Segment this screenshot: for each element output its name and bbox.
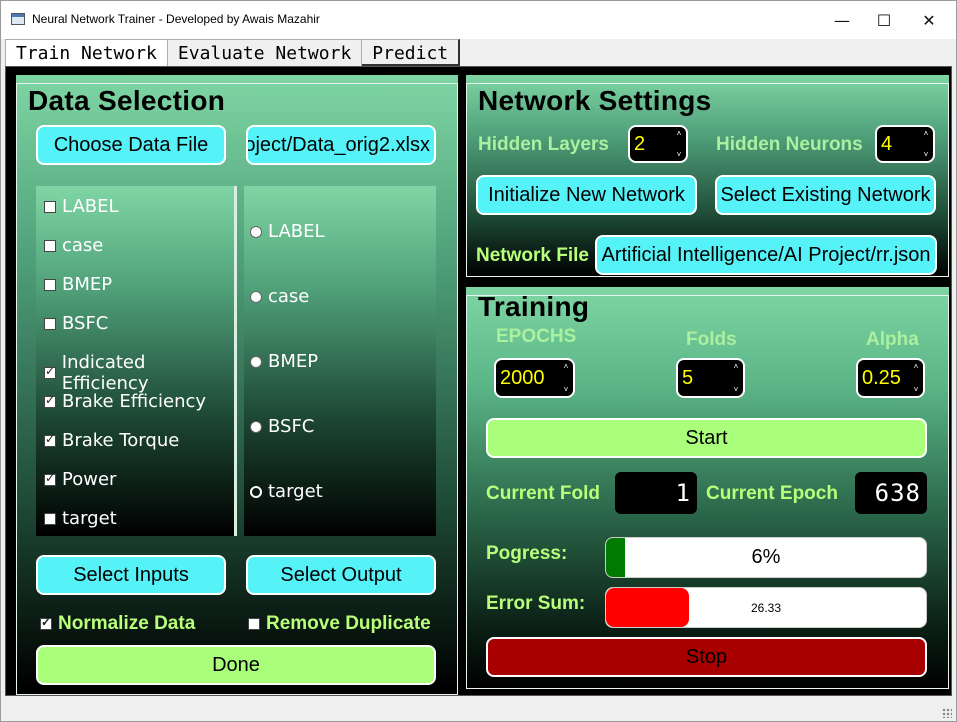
normalize-data-checkbox[interactable]: Normalize Data — [40, 613, 195, 635]
checkbox-icon[interactable] — [44, 200, 56, 213]
current-epoch-label: Current Epoch — [706, 483, 838, 504]
app-window: Neural Network Trainer - Developed by Aw… — [0, 0, 957, 722]
input-item[interactable]: LABEL — [44, 196, 119, 217]
input-item[interactable]: Power — [44, 469, 116, 490]
select-output-button[interactable]: Select Output — [246, 555, 436, 595]
network-settings-group: Network Settings Hidden Layers 2 ˄ ˅ Hidd… — [466, 75, 949, 277]
initialize-new-network-button[interactable]: Initialize New Network — [476, 175, 697, 215]
output-item[interactable]: BSFC — [250, 416, 314, 437]
remove-duplicate-checkbox[interactable]: Remove Duplicate — [248, 613, 431, 635]
stop-button[interactable]: Stop — [486, 637, 927, 677]
output-item[interactable]: BMEP — [250, 351, 318, 372]
window-title: Neural Network Trainer - Developed by Aw… — [32, 12, 320, 26]
spin-arrows-icon[interactable]: ˄ ˅ — [561, 362, 571, 394]
data-selection-group: Data Selection Choose Data File oject/Da… — [16, 75, 458, 695]
current-fold-display: 1 — [615, 472, 697, 514]
current-fold-label: Current Fold — [486, 483, 600, 504]
input-item[interactable]: Brake Torque — [44, 430, 179, 451]
error-sum-label: Error Sum: — [486, 593, 586, 614]
start-button[interactable]: Start — [486, 418, 927, 458]
input-item[interactable]: target — [44, 508, 117, 529]
radio-icon[interactable] — [250, 355, 262, 368]
radio-selected-icon[interactable] — [250, 485, 262, 498]
data-selection-title: Data Selection — [28, 85, 226, 116]
checkbox-checked-icon[interactable] — [40, 615, 52, 630]
training-title: Training — [478, 291, 590, 322]
select-existing-network-button[interactable]: Select Existing Network — [715, 175, 936, 215]
spin-arrows-icon[interactable]: ˄ ˅ — [911, 362, 921, 394]
checkbox-icon[interactable] — [44, 239, 56, 252]
tab-evaluate-network[interactable]: Evaluate Network — [167, 39, 363, 66]
choose-data-file-button[interactable]: Choose Data File — [36, 125, 226, 165]
alpha-label: Alpha — [866, 329, 919, 350]
tab-train-network[interactable]: Train Network — [5, 39, 168, 67]
training-group: Training EPOCHS Folds Alpha 2000 ˄ ˅ 5 ˄ ˅… — [466, 287, 949, 689]
checkbox-checked-icon[interactable] — [44, 471, 56, 486]
checkbox-icon[interactable] — [44, 317, 56, 330]
checkbox-checked-icon[interactable] — [44, 393, 56, 408]
output-item[interactable]: target — [250, 481, 323, 502]
input-item[interactable]: Indicated Efficiency — [44, 352, 234, 394]
alpha-spinbox[interactable]: 0.25 ˄ ˅ — [856, 358, 925, 398]
hidden-layers-spinbox[interactable]: 2 ˄ ˅ — [628, 125, 688, 163]
radio-icon[interactable] — [250, 420, 262, 433]
progress-text: 6% — [751, 546, 781, 568]
train-network-panel: Data Selection Choose Data File oject/Da… — [5, 66, 952, 696]
tab-bar: Train Network Evaluate Network Predict — [5, 39, 461, 67]
checkbox-icon[interactable] — [44, 278, 56, 291]
error-sum-bar: 26.33 — [605, 587, 927, 628]
epochs-spinbox[interactable]: 2000 ˄ ˅ — [494, 358, 575, 398]
checkbox-icon[interactable] — [44, 512, 56, 525]
data-file-path-field[interactable]: oject/Data_orig2.xlsx — [246, 125, 436, 165]
inputs-list[interactable]: LABEL case BMEP BSFC Indicated Efficienc… — [36, 186, 234, 536]
epochs-label: EPOCHS — [496, 326, 577, 347]
done-button[interactable]: Done — [36, 645, 436, 685]
maximize-icon[interactable]: ☐ — [861, 5, 907, 35]
checkbox-checked-icon[interactable] — [44, 432, 56, 447]
close-icon[interactable]: ✕ — [906, 5, 952, 35]
outputs-list[interactable]: LABEL case BMEP BSFC target — [244, 186, 436, 536]
training-progress-bar: 6% — [605, 537, 927, 578]
spin-arrows-icon[interactable]: ˄ ˅ — [731, 362, 741, 394]
tab-predict[interactable]: Predict — [362, 39, 461, 66]
output-item[interactable]: LABEL — [250, 221, 325, 242]
input-item[interactable]: case — [44, 235, 103, 256]
resize-grip-icon[interactable] — [942, 708, 952, 718]
hidden-neurons-spinbox[interactable]: 4 ˄ ˅ — [875, 125, 935, 163]
network-file-path-field[interactable]: Artificial Intelligence/AI Project/rr.js… — [595, 235, 937, 275]
hidden-neurons-label: Hidden Neurons — [716, 134, 863, 155]
input-item[interactable]: BSFC — [44, 313, 108, 334]
title-bar: Neural Network Trainer - Developed by Aw… — [1, 1, 956, 39]
radio-icon[interactable] — [250, 290, 262, 303]
radio-icon[interactable] — [250, 225, 262, 238]
minimize-icon[interactable]: — — [819, 5, 865, 35]
spin-arrows-icon[interactable]: ˄ ˅ — [674, 129, 684, 159]
select-inputs-button[interactable]: Select Inputs — [36, 555, 226, 595]
input-item[interactable]: BMEP — [44, 274, 112, 295]
current-epoch-display: 638 — [855, 472, 927, 514]
checkbox-checked-icon[interactable] — [44, 364, 56, 379]
folds-spinbox[interactable]: 5 ˄ ˅ — [676, 358, 745, 398]
status-bar — [1, 696, 956, 721]
progress-label: Pogress: — [486, 543, 568, 564]
spin-arrows-icon[interactable]: ˄ ˅ — [921, 129, 931, 159]
output-item[interactable]: case — [250, 286, 309, 307]
input-item[interactable]: Brake Efficiency — [44, 391, 206, 412]
list-divider — [234, 186, 237, 536]
folds-label: Folds — [686, 329, 737, 350]
network-settings-title: Network Settings — [478, 85, 712, 116]
checkbox-icon[interactable] — [248, 618, 260, 630]
hidden-layers-label: Hidden Layers — [478, 134, 609, 155]
app-icon — [11, 13, 25, 25]
network-file-label: Network File — [476, 245, 589, 266]
error-sum-text: 26.33 — [750, 600, 782, 615]
